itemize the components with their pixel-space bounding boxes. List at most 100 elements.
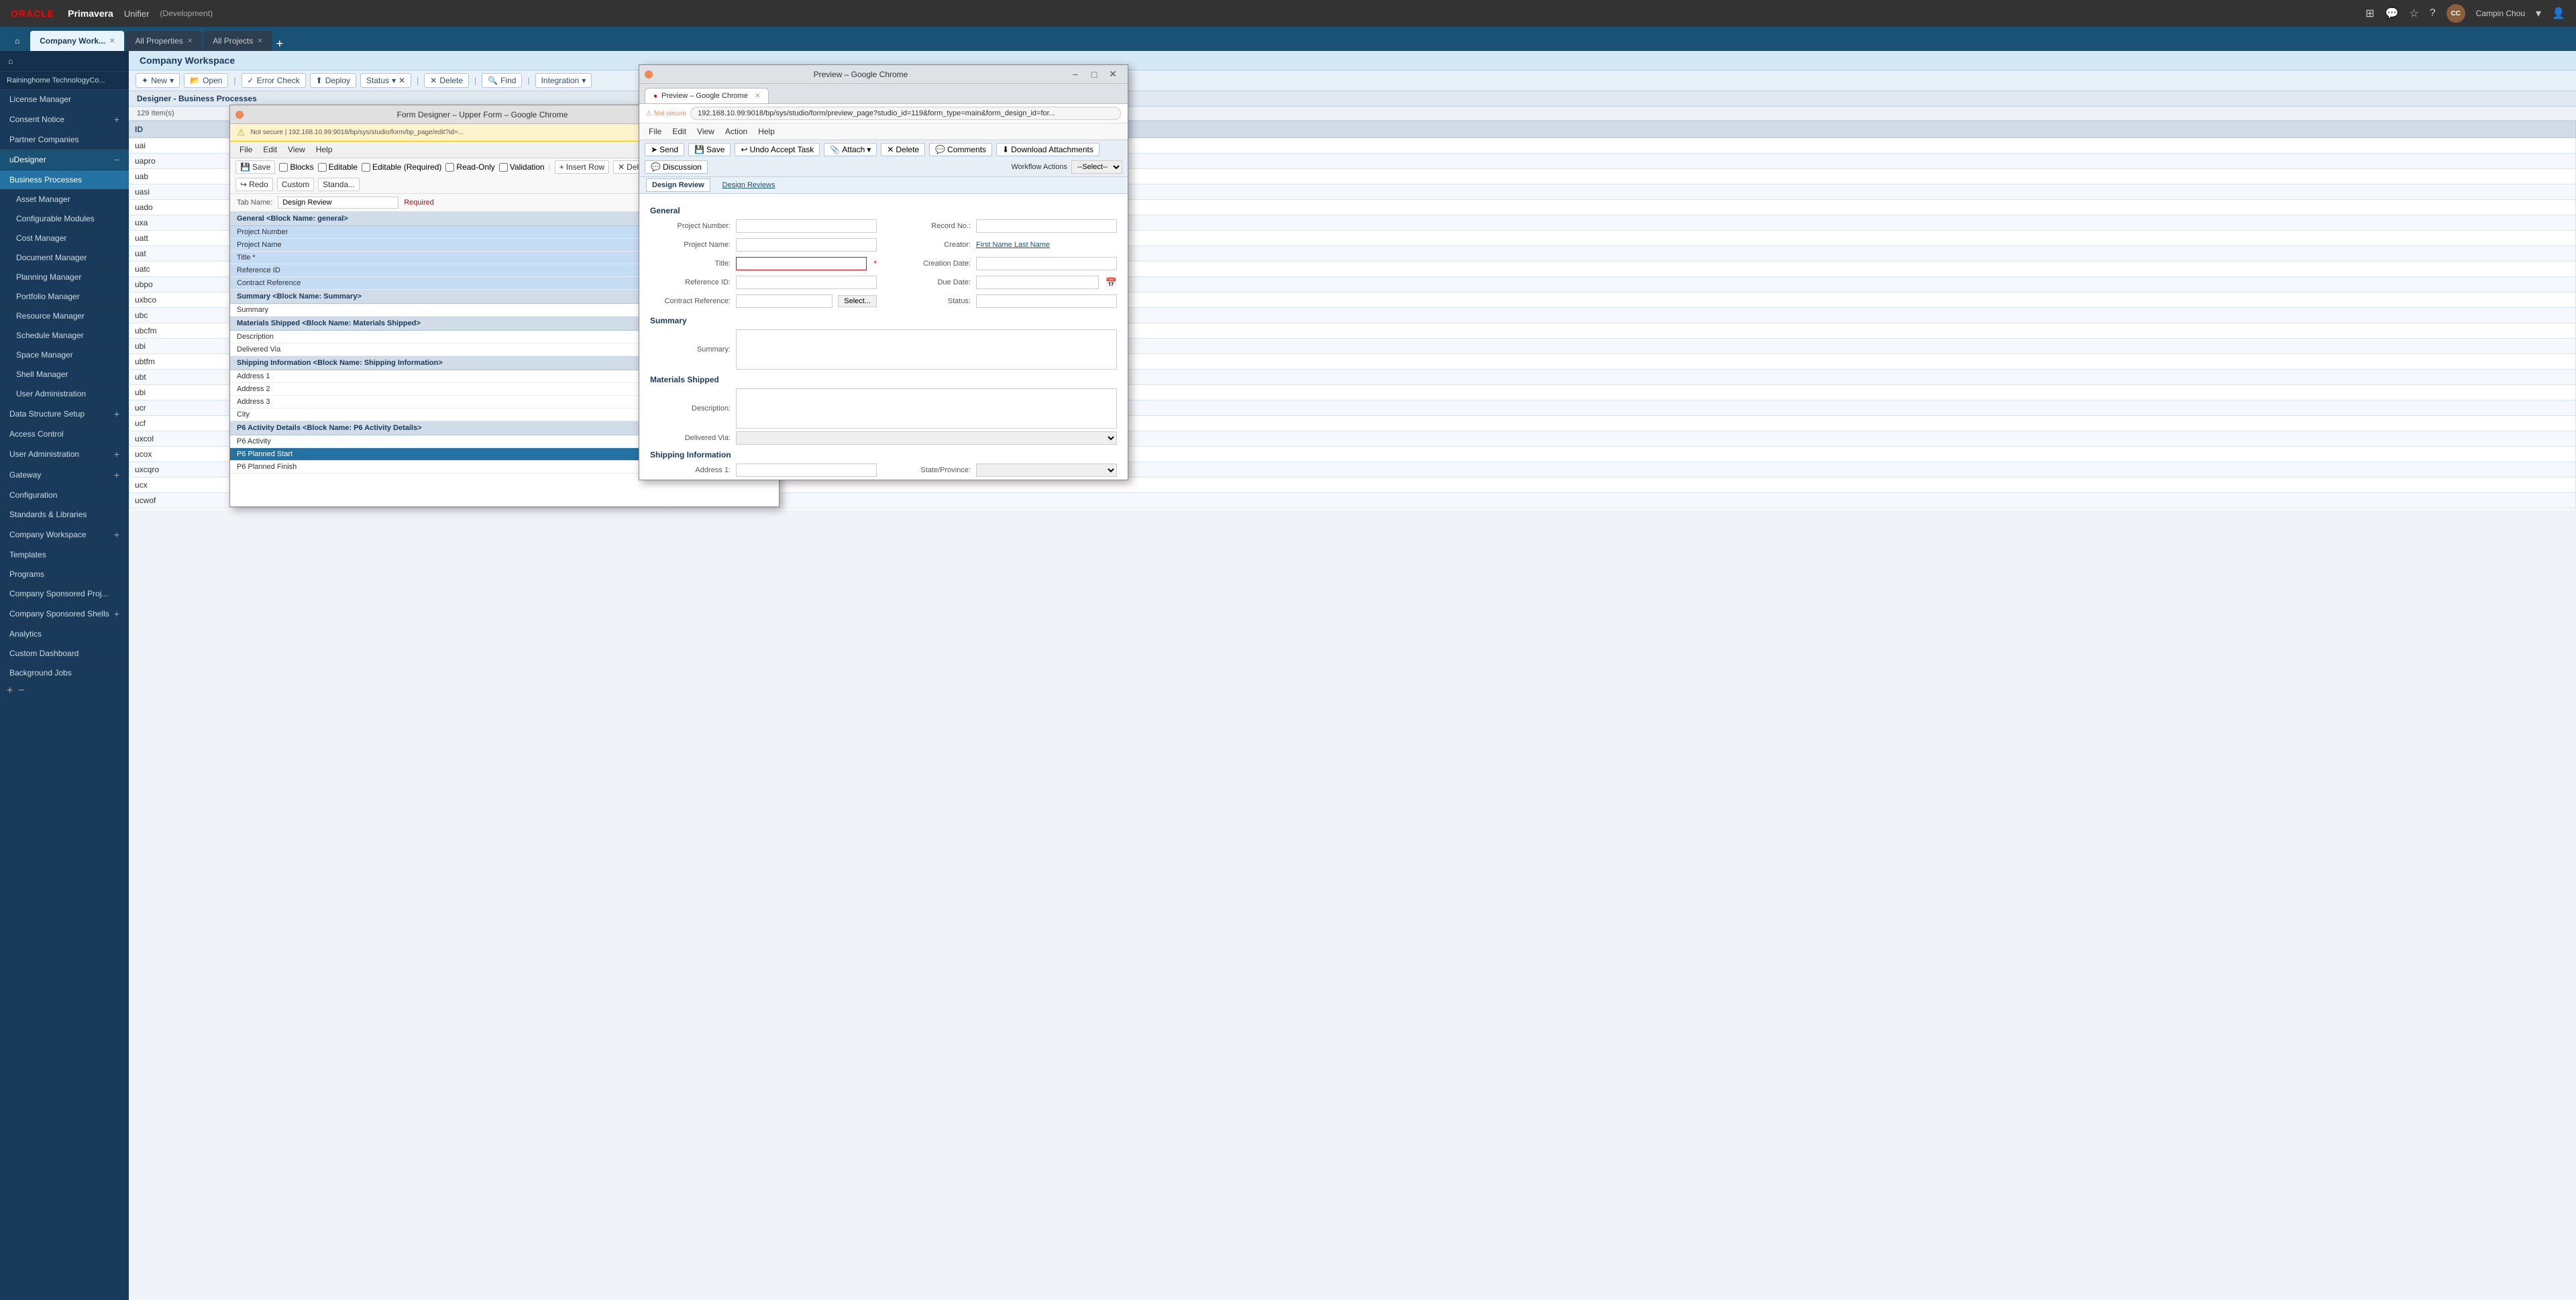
tab-home[interactable]: ⌂ xyxy=(5,31,29,51)
user-icon[interactable]: 👤 xyxy=(2552,7,2565,20)
sidebar-home[interactable]: ⌂ xyxy=(0,51,129,72)
preview-minimize[interactable]: − xyxy=(1066,65,1085,84)
calendar-icon[interactable]: 📅 xyxy=(1106,277,1117,288)
minus-sidebar-icon[interactable]: − xyxy=(18,685,24,697)
preview-menu-view[interactable]: View xyxy=(692,125,720,138)
chrome-tab-preview[interactable]: ● Preview – Google Chrome ✕ xyxy=(645,88,769,103)
plus-icon[interactable]: + xyxy=(114,114,119,125)
sidebar-item-consent-notice[interactable]: Consent Notice + xyxy=(0,109,129,130)
sidebar-item-custom-dashboard[interactable]: Custom Dashboard xyxy=(0,644,129,663)
sidebar-item-portfolio-manager[interactable]: Portfolio Manager xyxy=(0,287,129,307)
custom-button[interactable]: Custom xyxy=(277,178,314,191)
due-date-input[interactable] xyxy=(976,276,1099,289)
state-province-select[interactable] xyxy=(976,464,1117,477)
plus-icon-5[interactable]: + xyxy=(114,529,119,540)
plus-icon-3[interactable]: + xyxy=(114,449,119,459)
tab-company-work[interactable]: Company Work... ✕ xyxy=(30,31,124,51)
sidebar-item-document-manager[interactable]: Document Manager xyxy=(0,248,129,268)
add-tab-button[interactable]: + xyxy=(276,37,284,51)
tab-close-all-props[interactable]: ✕ xyxy=(187,38,193,45)
preview-close[interactable]: ✕ xyxy=(1104,65,1122,84)
sidebar-item-analytics[interactable]: Analytics xyxy=(0,625,129,644)
sidebar-item-access-control[interactable]: Access Control xyxy=(0,425,129,444)
workflow-select[interactable]: --Select-- xyxy=(1071,160,1122,174)
menu-edit[interactable]: Edit xyxy=(258,143,282,156)
preview-delete-button[interactable]: ✕ Delete xyxy=(881,143,925,156)
grid-icon[interactable]: ⊞ xyxy=(2365,7,2374,20)
contract-ref-input[interactable] xyxy=(736,294,833,308)
project-number-input[interactable] xyxy=(736,219,877,233)
find-button[interactable]: 🔍 Find xyxy=(482,73,522,88)
sidebar-item-asset-manager[interactable]: Asset Manager xyxy=(0,190,129,209)
preview-save-button[interactable]: 💾 Save xyxy=(688,143,731,156)
title-input[interactable] xyxy=(736,257,867,270)
status-button[interactable]: Status ▾ ✕ xyxy=(360,73,411,88)
editable-checkbox[interactable] xyxy=(318,163,327,172)
minus-icon[interactable]: − xyxy=(114,154,119,165)
sidebar-item-business-processes[interactable]: Business Processes xyxy=(0,170,129,190)
sidebar-item-user-admin-2[interactable]: User Administration + xyxy=(0,444,129,465)
validation-checkbox-row[interactable]: Validation xyxy=(499,162,545,172)
editable-req-checkbox-row[interactable]: Editable (Required) xyxy=(362,162,441,172)
preview-maximize[interactable]: □ xyxy=(1085,65,1104,84)
form-save-button[interactable]: 💾 Save xyxy=(235,160,275,174)
tab-close-company[interactable]: ✕ xyxy=(109,38,115,45)
sidebar-company-header[interactable]: Raininghome TechnologyCo... xyxy=(0,72,129,90)
download-attachments-button[interactable]: ⬇ Download Attachments xyxy=(996,143,1099,156)
preview-menu-action[interactable]: Action xyxy=(720,125,753,138)
insert-row-button[interactable]: + Insert Row xyxy=(555,160,609,174)
undo-accept-button[interactable]: ↩ Undo Accept Task xyxy=(735,143,820,156)
plus-icon-6[interactable]: + xyxy=(114,608,119,619)
sidebar-item-company-sponsored-proj[interactable]: Company Sponsored Proj... xyxy=(0,584,129,604)
editable-checkbox-row[interactable]: Editable xyxy=(318,162,358,172)
creator-link[interactable]: First Name Last Name xyxy=(976,241,1050,249)
menu-view[interactable]: View xyxy=(282,143,311,156)
sidebar-item-background-jobs[interactable]: Background Jobs xyxy=(0,663,129,683)
sidebar-item-company-workspace[interactable]: Company Workspace + xyxy=(0,525,129,545)
avatar[interactable]: CC xyxy=(2447,4,2465,23)
read-only-checkbox-row[interactable]: Read-Only xyxy=(445,162,494,172)
comments-button[interactable]: 💬 Comments xyxy=(929,143,992,156)
creation-date-input[interactable] xyxy=(976,257,1117,270)
add-sidebar-icon[interactable]: + xyxy=(7,685,13,697)
status-input[interactable] xyxy=(976,294,1117,308)
summary-textarea[interactable] xyxy=(736,329,1117,370)
preview-menu-edit[interactable]: Edit xyxy=(667,125,692,138)
deploy-button[interactable]: ⬆ Deploy xyxy=(310,73,356,88)
table-row[interactable]: udr1Daily Reports xyxy=(129,508,2576,510)
sidebar-item-programs[interactable]: Programs xyxy=(0,565,129,584)
sidebar-item-user-admin-1[interactable]: User Administration xyxy=(0,384,129,404)
project-name-input[interactable] xyxy=(736,238,877,252)
sidebar-item-standards-libraries[interactable]: Standards & Libraries xyxy=(0,505,129,525)
sidebar-item-company-sponsored-shells[interactable]: Company Sponsored Shells + xyxy=(0,604,129,625)
chat-icon[interactable]: 💬 xyxy=(2385,7,2399,20)
delivered-via-select[interactable] xyxy=(736,431,1117,445)
tab-all-properties[interactable]: All Properties ✕ xyxy=(125,31,202,51)
menu-file[interactable]: File xyxy=(234,143,258,156)
redo-button[interactable]: ↪ Redo xyxy=(235,178,273,191)
new-button[interactable]: ✦ New ▾ xyxy=(136,73,180,88)
chrome-tab-close[interactable]: ✕ xyxy=(755,93,760,100)
read-only-checkbox[interactable] xyxy=(445,163,454,172)
sidebar-item-cost-manager[interactable]: Cost Manager xyxy=(0,229,129,248)
integration-button[interactable]: Integration ▾ xyxy=(535,73,592,88)
preview-close-dot[interactable] xyxy=(645,70,653,78)
menu-help[interactable]: Help xyxy=(311,143,338,156)
url-bar[interactable] xyxy=(690,107,1121,120)
record-no-input[interactable] xyxy=(976,219,1117,233)
chevron-down-icon[interactable]: ▾ xyxy=(2536,7,2541,20)
blocks-checkbox[interactable] xyxy=(279,163,288,172)
sidebar-item-udesigner[interactable]: uDesigner − xyxy=(0,150,129,170)
sidebar-item-license-manager[interactable]: License Manager xyxy=(0,90,129,109)
sidebar-item-templates[interactable]: Templates xyxy=(0,545,129,565)
preview-menu-help[interactable]: Help xyxy=(753,125,780,138)
design-reviews-link[interactable]: Design Reviews xyxy=(717,179,781,191)
tab-all-projects[interactable]: All Projects ✕ xyxy=(203,31,272,51)
attach-button[interactable]: 📎 Attach ▾ xyxy=(824,143,877,156)
sidebar-item-shell-manager[interactable]: Shell Manager xyxy=(0,365,129,384)
address1-input[interactable] xyxy=(736,464,877,477)
plus-icon-2[interactable]: + xyxy=(114,409,119,419)
sidebar-item-resource-manager[interactable]: Resource Manager xyxy=(0,307,129,326)
blocks-checkbox-row[interactable]: Blocks xyxy=(279,162,313,172)
sidebar-item-configuration[interactable]: Configuration xyxy=(0,486,129,505)
